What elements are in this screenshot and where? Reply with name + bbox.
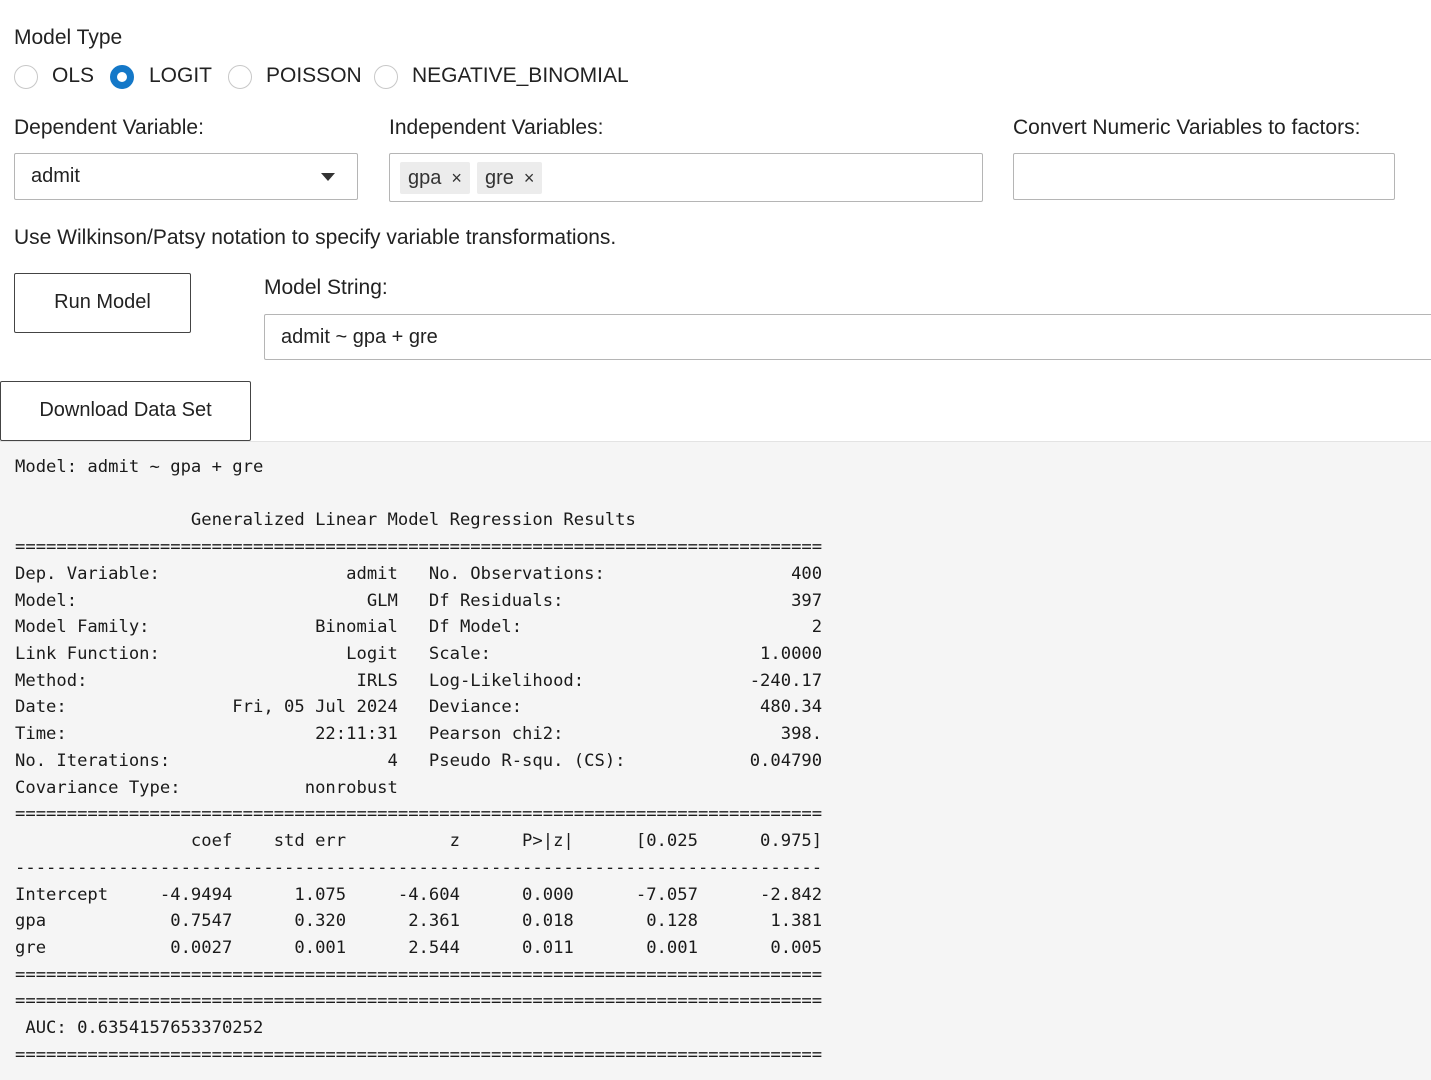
- output-line: Model: GLM Df Residuals: 397: [15, 590, 823, 611]
- output-line: No. Iterations: 4 Pseudo R-squ. (CS): 0.…: [15, 750, 823, 771]
- output-line: Generalized Linear Model Regression Resu…: [15, 510, 636, 531]
- output-line: Dep. Variable: admit No. Observations: 4…: [15, 563, 823, 584]
- output-line: ----------------------------------------…: [15, 857, 823, 878]
- run-model-button[interactable]: Run Model: [14, 273, 191, 333]
- output-line: ========================================…: [15, 1044, 823, 1065]
- remove-gre-icon[interactable]: ×: [524, 168, 535, 188]
- model-type-label: Model Type: [14, 26, 123, 49]
- convert-factors-input[interactable]: [1013, 153, 1395, 200]
- output-line: Model Family: Binomial Df Model: 2: [15, 617, 823, 638]
- radio-poisson[interactable]: [228, 65, 252, 89]
- output-line: AUC: 0.6354157653370252: [15, 1018, 264, 1039]
- regression-results-text: Model: admit ~ gpa + gre Generalized Lin…: [15, 454, 822, 1069]
- radio-label-poisson[interactable]: POISSON: [266, 64, 362, 88]
- output-line: ========================================…: [15, 964, 823, 985]
- output-line: Intercept -4.9494 1.075 -4.604 0.000 -7.…: [15, 884, 823, 905]
- radio-ols[interactable]: [14, 65, 38, 89]
- output-line: ========================================…: [15, 537, 823, 558]
- chip-gre: gre ×: [477, 162, 543, 194]
- chevron-down-icon[interactable]: [321, 173, 335, 181]
- radio-label-ols[interactable]: OLS: [52, 64, 94, 88]
- output-line: Link Function: Logit Scale: 1.0000: [15, 644, 823, 665]
- output-line: gre 0.0027 0.001 2.544 0.011 0.001 0.005: [15, 937, 823, 958]
- output-line: Time: 22:11:31 Pearson chi2: 398.: [15, 724, 823, 745]
- chip-gpa: gpa ×: [400, 162, 470, 194]
- dependent-variable-label: Dependent Variable:: [14, 116, 204, 139]
- radio-negative-binomial[interactable]: [374, 65, 398, 89]
- model-output-panel: Model: admit ~ gpa + gre Generalized Lin…: [0, 441, 1431, 1080]
- output-line: Model: admit ~ gpa + gre: [15, 457, 264, 477]
- output-line: Method: IRLS Log-Likelihood: -240.17: [15, 670, 823, 691]
- remove-gpa-icon[interactable]: ×: [451, 168, 462, 188]
- dependent-variable-select[interactable]: admit: [14, 153, 358, 200]
- notation-hint: Use Wilkinson/Patsy notation to specify …: [14, 226, 617, 249]
- independent-variables-multiselect[interactable]: gpa × gre ×: [389, 153, 983, 202]
- download-data-set-button-label: Download Data Set: [39, 399, 212, 421]
- dependent-variable-value: admit: [31, 165, 80, 187]
- chip-gpa-label: gpa: [408, 167, 442, 189]
- chip-gre-label: gre: [485, 167, 514, 189]
- model-string-input[interactable]: admit ~ gpa + gre: [264, 314, 1431, 360]
- model-string-label: Model String:: [264, 276, 388, 299]
- output-line: ========================================…: [15, 991, 823, 1012]
- output-line: Date: Fri, 05 Jul 2024 Deviance: 480.34: [15, 697, 823, 718]
- output-line: coef std err z P>|z| [0.025 0.975]: [15, 831, 823, 852]
- radio-label-negative-binomial[interactable]: NEGATIVE_BINOMIAL: [412, 64, 629, 88]
- radio-label-logit[interactable]: LOGIT: [149, 64, 212, 88]
- convert-factors-label: Convert Numeric Variables to factors:: [1013, 116, 1361, 139]
- download-data-set-button[interactable]: Download Data Set: [0, 381, 251, 441]
- model-string-value: admit ~ gpa + gre: [281, 326, 438, 348]
- output-line: ========================================…: [15, 804, 823, 825]
- output-line: Covariance Type: nonrobust: [15, 777, 398, 798]
- radio-logit[interactable]: [110, 65, 134, 89]
- output-line: gpa 0.7547 0.320 2.361 0.018 0.128 1.381: [15, 911, 823, 932]
- run-model-button-label: Run Model: [54, 291, 151, 313]
- independent-variables-label: Independent Variables:: [389, 116, 604, 139]
